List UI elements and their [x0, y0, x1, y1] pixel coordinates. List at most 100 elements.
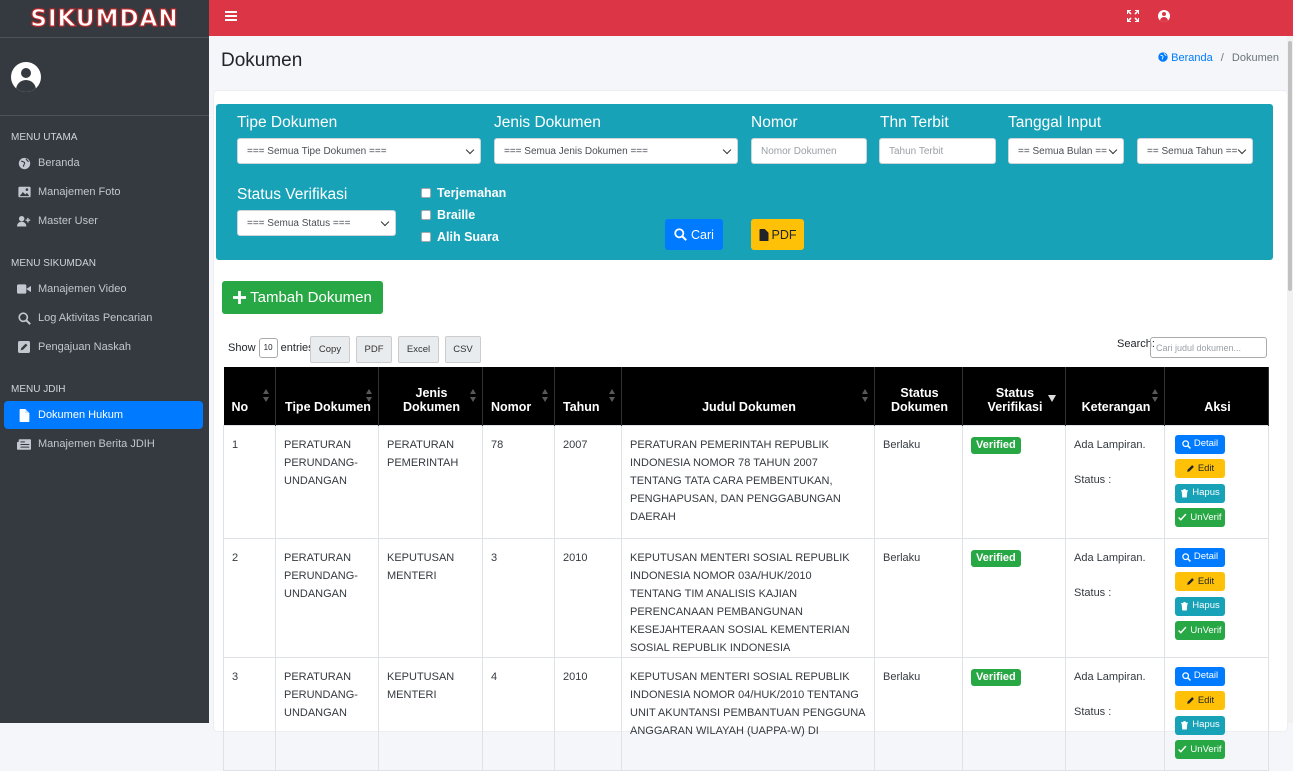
tambah-dokumen-button[interactable]: Tambah Dokumen [222, 281, 383, 314]
entries-select[interactable]: 10 [258, 338, 278, 358]
user-account-icon[interactable] [1158, 10, 1170, 22]
checkbox-label: Alih Suara [437, 230, 499, 244]
unverif-button[interactable]: UnVerif [1175, 621, 1225, 640]
jenis-label: Jenis Dokumen [494, 114, 601, 131]
checkbox-box[interactable] [421, 210, 431, 220]
column-header-status-verifikasi[interactable]: Status Verifikasi [962, 367, 1066, 425]
export-csv-button[interactable]: CSV [445, 336, 481, 363]
hapus-button[interactable]: Hapus [1175, 715, 1225, 735]
brand-logo[interactable]: SIKUMDAN [0, 0, 209, 38]
check-icon [1178, 513, 1187, 521]
column-header-status-dokumen[interactable]: Status Dokumen [874, 367, 963, 425]
column-header-tahun[interactable]: Tahun [554, 367, 622, 425]
cell-jenis: KEPUTUSAN MENTERI [378, 537, 483, 658]
action-label: UnVerif [1190, 511, 1222, 523]
jenis-dokumen-select[interactable]: === Semua Jenis Dokumen === [494, 138, 738, 164]
checkbox-alih-suara[interactable]: Alih Suara [421, 230, 499, 244]
top-navbar [209, 0, 1293, 36]
checkbox-box[interactable] [421, 188, 431, 198]
checkbox-box[interactable] [421, 232, 431, 242]
column-header-tipe[interactable]: Tipe Dokumen [275, 367, 379, 425]
column-header-no[interactable]: No [223, 367, 276, 425]
checkbox-braille[interactable]: Braille [421, 208, 475, 222]
cell-text: PERATURAN PEMERINTAH REPUBLIK INDONESIA … [630, 438, 841, 523]
column-header-label: Keterangan [1081, 399, 1151, 414]
edit-button[interactable]: Edit [1175, 459, 1225, 478]
hapus-button[interactable]: Hapus [1175, 596, 1225, 616]
column-header-nomor[interactable]: Nomor [482, 367, 555, 425]
search-icon [17, 311, 31, 325]
action-label: Detail [1193, 551, 1219, 562]
export-excel-button[interactable]: Excel [398, 336, 439, 363]
cell-text: Berlaku [883, 438, 921, 451]
scrollbar-thumb[interactable] [1288, 41, 1292, 291]
cell-nomor: 4 [482, 656, 555, 771]
bulan-select[interactable]: == Semua Bulan == [1008, 138, 1124, 164]
edit-button[interactable]: Edit [1175, 572, 1225, 591]
check-icon [1178, 626, 1187, 634]
sidebar-item-berita-jdih[interactable]: Manajemen Berita JDIH [4, 430, 203, 458]
column-header-jenis[interactable]: Jenis Dokumen [378, 367, 483, 425]
sidebar-item-pengajuan-naskah[interactable]: Pengajuan Naskah [4, 333, 203, 361]
status-verifikasi-label: Status Verifikasi [237, 186, 348, 203]
tahun-terbit-input[interactable]: Tahun Terbit [879, 138, 996, 164]
search-icon [1182, 552, 1191, 562]
pdf-label: PDF [771, 227, 797, 242]
action-label: Edit [1197, 694, 1215, 706]
entries-length-control: Show 10 entries [228, 338, 314, 358]
avatar[interactable] [11, 61, 41, 92]
column-header-label: Judul Dokumen [702, 399, 796, 414]
column-header-keterangan[interactable]: Keterangan [1065, 367, 1165, 425]
detail-button[interactable]: Detail [1175, 434, 1225, 454]
tahun-select[interactable]: == Semua Tahun == [1137, 138, 1253, 164]
hapus-button[interactable]: Hapus [1175, 483, 1225, 503]
unverif-button[interactable]: UnVerif [1175, 740, 1225, 759]
sidebar-item-log-aktivitas[interactable]: Log Aktivitas Pencarian [4, 304, 203, 332]
keterangan-lampiran: Ada Lampiran. [1074, 670, 1146, 683]
tipe-select-value: === Semua Tipe Dokumen === [247, 145, 387, 157]
detail-button[interactable]: Detail [1175, 666, 1225, 686]
sidebar-item-beranda[interactable]: Beranda [4, 149, 203, 177]
detail-button[interactable]: Detail [1175, 547, 1225, 567]
table-row: 1 PERATURAN PERUNDANG-UNDANGAN PERATURAN P… [223, 424, 1269, 539]
cari-button[interactable]: Cari [665, 219, 723, 250]
edit-button[interactable]: Edit [1175, 691, 1225, 710]
sort-icon [609, 389, 616, 403]
tambah-label: Tambah Dokumen [250, 289, 372, 306]
column-header-label: Status Verifikasi [987, 385, 1043, 414]
table-row: 2 PERATURAN PERUNDANG-UNDANGAN KEPUTUSAN M… [223, 537, 1269, 658]
cell-text: 4 [491, 670, 498, 683]
sort-desc-icon [1048, 395, 1056, 402]
status-verifikasi-select[interactable]: === Semua Status === [237, 210, 396, 236]
copy-button[interactable]: Copy [310, 336, 350, 363]
nomor-input[interactable]: Nomor Dokumen [751, 138, 867, 164]
page-scrollbar[interactable] [1287, 36, 1293, 723]
sidebar-item-manajemen-video[interactable]: Manajemen Video [4, 275, 203, 303]
search-input[interactable]: Cari judul dokumen... [1150, 337, 1267, 358]
sidebar-item-master-user[interactable]: Master User [4, 207, 203, 235]
export-pdf-button[interactable]: PDF [356, 336, 392, 363]
action-label: Hapus [1192, 600, 1220, 611]
sidebar-item-manajemen-foto[interactable]: Manajemen Foto [4, 178, 203, 206]
tipe-dokumen-select[interactable]: === Semua Tipe Dokumen === [237, 138, 481, 164]
cell-verifikasi: Verified [962, 424, 1066, 539]
hamburger-menu-icon[interactable] [225, 11, 237, 21]
status-badge: Verified [971, 436, 1021, 454]
cell-tahun: 2010 [554, 537, 622, 658]
sidebar-item-label: Manajemen Video [38, 283, 127, 295]
search-icon [1182, 671, 1191, 681]
search-icon [674, 228, 687, 241]
check-icon [1178, 745, 1187, 753]
status-badge: Verified [971, 549, 1021, 567]
cell-keterangan: Ada Lampiran. Status : [1065, 537, 1165, 658]
breadcrumb-home[interactable]: Beranda [1158, 52, 1213, 64]
unverif-button[interactable]: UnVerif [1175, 508, 1225, 527]
cell-tahun: 2010 [554, 656, 622, 771]
checkbox-terjemahan[interactable]: Terjemahan [421, 186, 506, 200]
breadcrumb: Beranda / Dokumen [1158, 52, 1279, 64]
fullscreen-icon[interactable] [1126, 9, 1140, 23]
pdf-button[interactable]: PDF [751, 219, 804, 250]
column-header-judul[interactable]: Judul Dokumen [621, 367, 875, 425]
action-label: Detail [1193, 670, 1219, 681]
sidebar-item-dokumen-hukum[interactable]: Dokumen Hukum [4, 401, 203, 429]
